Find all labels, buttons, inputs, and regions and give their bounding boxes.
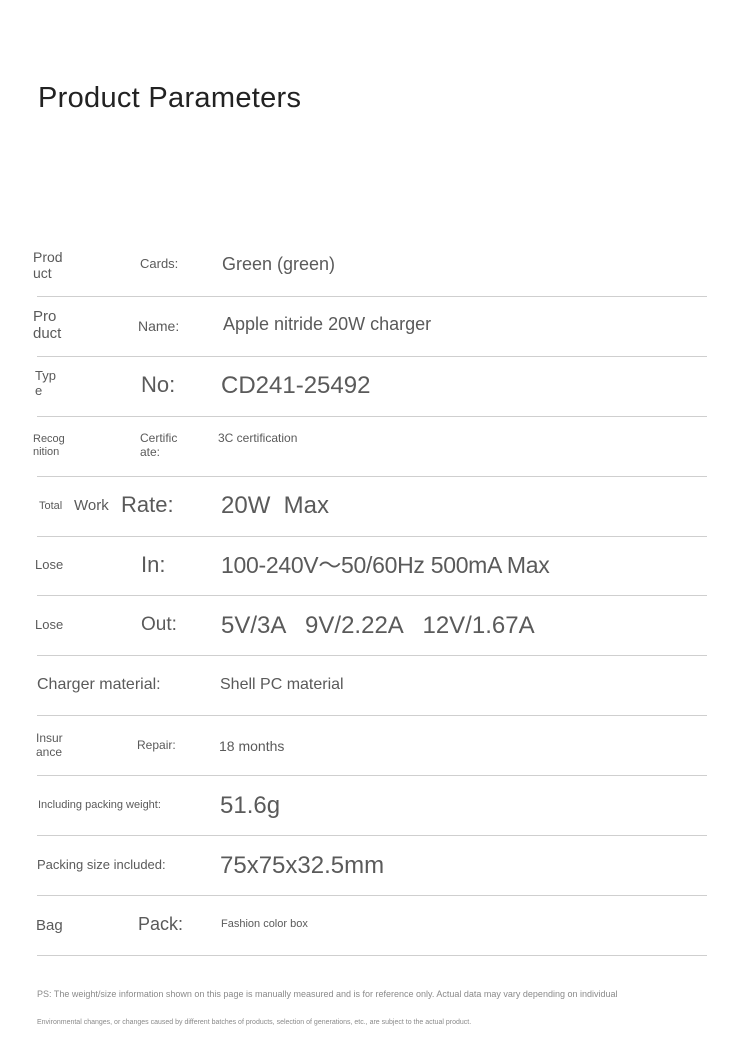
row-label-primary: Charger material: [37, 676, 161, 693]
row-label-primary: Prod uct [33, 249, 63, 282]
row-value: 18 months [219, 738, 285, 754]
row-divider [37, 595, 707, 596]
row-value: 3C certification [218, 431, 298, 445]
row-label-primary: Including packing weight: [38, 799, 161, 811]
disclaimer-note-2: Environmental changes, or changes caused… [37, 1019, 472, 1026]
row-label-primary: Lose [35, 617, 64, 632]
row-label-primary: Recog nition [33, 433, 65, 458]
row-value: 100-240V～50/60Hz 500mA Max [221, 552, 550, 578]
row-label-secondary: In: [141, 552, 166, 577]
row-divider [37, 775, 707, 776]
row-label-secondary: Cards: [140, 256, 179, 271]
row-value: 51.6g [220, 792, 281, 819]
row-value: Apple nitride 20W charger [223, 314, 432, 334]
row-label-secondary: Name: [138, 318, 180, 334]
row-divider [37, 296, 707, 297]
row-divider [37, 476, 707, 477]
row-label-secondary: Repair: [137, 738, 176, 752]
row-value: 5V/3A 9V/2.22A 12V/1.67A [221, 612, 535, 639]
row-label-primary: Typ e [35, 368, 56, 398]
row-value: Green (green) [222, 254, 336, 274]
row-label-primary: Insur ance [36, 731, 63, 759]
row-label-primary: Pro duct [33, 308, 62, 343]
row-value: 20W Max [221, 492, 330, 519]
row-label-secondary: Rate: [121, 492, 174, 517]
row-label-primary: Total [39, 500, 63, 512]
page-title: Product Parameters [38, 82, 302, 114]
row-value: Shell PC material [220, 676, 344, 693]
row-divider [37, 715, 707, 716]
row-value: 75x75x32.5mm [220, 852, 385, 879]
row-label-secondary: No: [141, 372, 176, 397]
row-divider [37, 536, 707, 537]
row-value: CD241-25492 [221, 372, 371, 399]
row-divider [37, 416, 707, 417]
row-divider [37, 895, 707, 896]
disclaimer-note: PS: The weight/size information shown on… [37, 989, 618, 999]
row-label-primary-b: Work [74, 497, 109, 514]
row-label-secondary: Certific ate: [140, 431, 178, 459]
row-label-primary: Bag [36, 917, 63, 934]
row-divider [37, 655, 707, 656]
row-label-primary: Packing size included: [37, 857, 166, 872]
row-label-secondary: Pack: [138, 914, 184, 934]
row-label-primary: Lose [35, 557, 64, 572]
row-label-secondary: Out: [141, 614, 177, 635]
row-divider [37, 835, 707, 836]
row-divider [37, 356, 707, 357]
row-divider [37, 955, 707, 956]
row-value: Fashion color box [221, 918, 308, 930]
